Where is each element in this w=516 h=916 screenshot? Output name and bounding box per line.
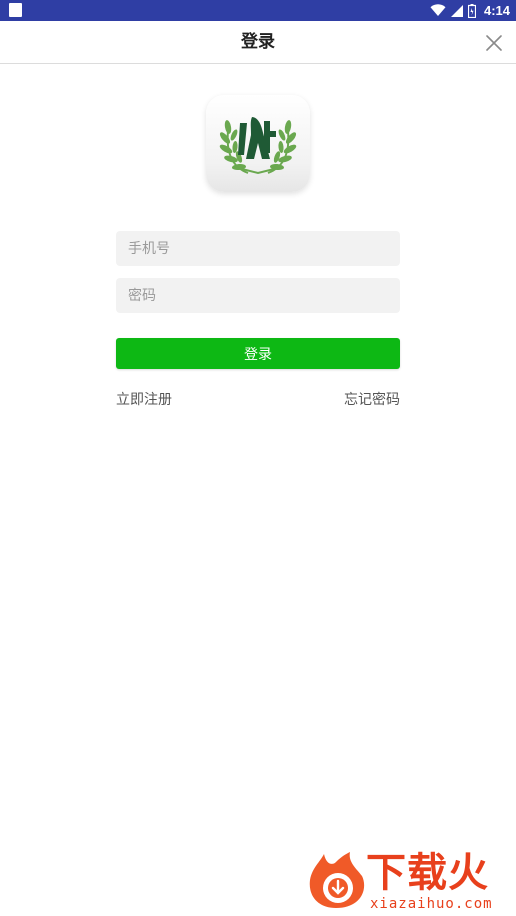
forgot-password-link[interactable]: 忘记密码	[344, 389, 400, 409]
app-logo	[206, 95, 310, 192]
fire-download-icon	[309, 852, 365, 908]
page-title: 登录	[241, 32, 275, 52]
status-bar: 4:14	[0, 0, 516, 21]
password-input[interactable]	[116, 278, 400, 313]
title-bar: 登录	[0, 21, 516, 64]
close-icon	[486, 35, 502, 51]
watermark: 下载火 xiazaihuo.com	[304, 848, 514, 914]
watermark-brand: 下载火	[366, 850, 489, 896]
register-link[interactable]: 立即注册	[116, 389, 172, 409]
app-notification-icon	[9, 3, 22, 17]
battery-icon	[467, 3, 476, 18]
login-button-label: 登录	[244, 346, 272, 363]
close-button[interactable]	[482, 31, 506, 55]
status-icons: 4:14	[430, 0, 510, 21]
watermark-url: xiazaihuo.com	[370, 896, 493, 912]
wifi-icon	[430, 4, 446, 16]
phone-input[interactable]	[116, 231, 400, 266]
laurel-logo-icon	[219, 116, 297, 174]
status-time: 4:14	[483, 3, 510, 18]
signal-icon	[450, 4, 463, 17]
login-button[interactable]: 登录	[116, 338, 400, 369]
